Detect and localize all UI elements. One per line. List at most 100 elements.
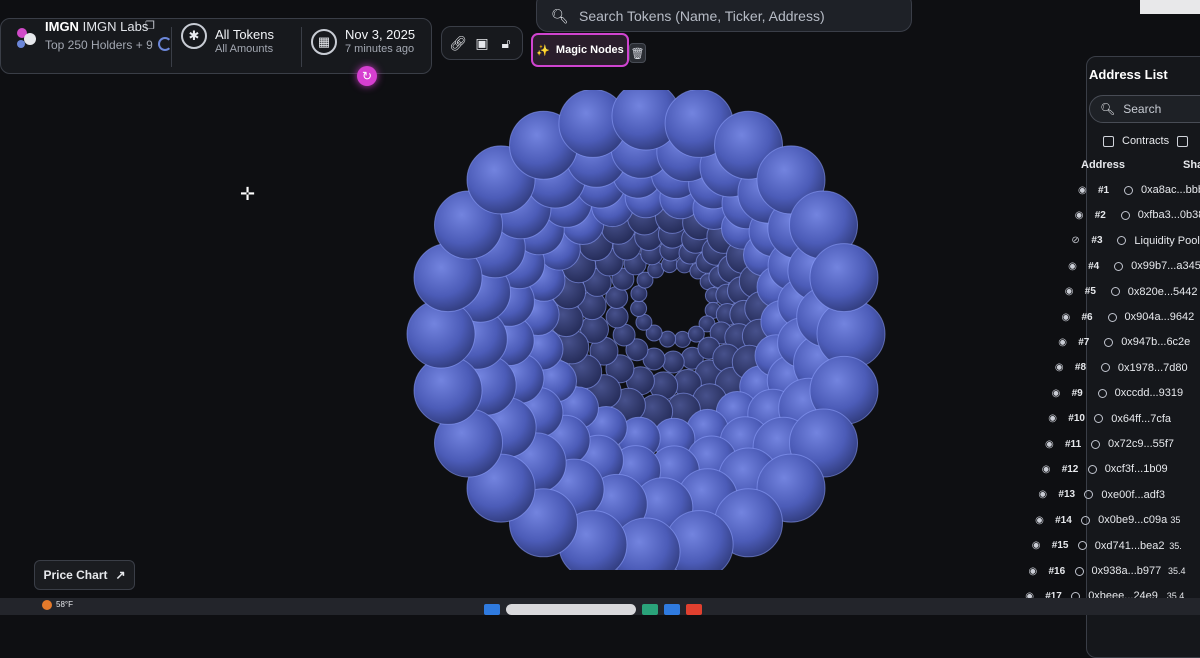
wallet-icon	[1100, 363, 1110, 373]
address-value: 0x99b7...a345	[1131, 260, 1200, 273]
app-icon[interactable]	[686, 604, 702, 615]
tokens-filter-title: All Tokens	[215, 27, 275, 42]
address-value: 0x947b...6c2e	[1121, 336, 1191, 349]
app-icon[interactable]	[664, 604, 680, 615]
address-value: 0x938a...b977	[1091, 565, 1162, 577]
link-icon[interactable]: 🔗︎	[448, 35, 468, 52]
address-row[interactable]: ◉ #9 0xccdd...9319	[1052, 383, 1184, 403]
token-full-name: IMGN Labs	[82, 19, 149, 34]
app-icon[interactable]	[642, 604, 658, 615]
address-rank: #8	[1074, 362, 1087, 374]
eye-icon[interactable]: ◉	[1032, 540, 1044, 551]
address-row[interactable]: ◉ #2 0xfba3...0b38	[1075, 205, 1200, 225]
filter-checkbox[interactable]	[1177, 135, 1189, 147]
holder-bubble[interactable]	[630, 300, 648, 317]
eye-icon[interactable]: ◉	[1052, 388, 1064, 399]
eye-icon[interactable]: ◉	[1035, 515, 1047, 526]
refresh-button[interactable]: ↻	[357, 66, 377, 86]
address-row[interactable]: ◉ #10 0x64ff...7cfa	[1048, 409, 1171, 429]
trash-icon[interactable]: 🗑︎	[629, 43, 646, 63]
contracts-label: Contracts	[1122, 135, 1170, 147]
wallet-icon	[1074, 566, 1084, 576]
address-rank: #16	[1048, 565, 1066, 577]
address-row[interactable]: ◉ #8 0x1978...7d80	[1055, 358, 1188, 378]
holder-bubble[interactable]	[605, 305, 629, 329]
eye-icon[interactable]: ◉	[1038, 489, 1050, 500]
taskbar-search[interactable]	[506, 604, 636, 615]
holder-bubble[interactable]	[661, 350, 685, 374]
contracts-checkbox[interactable]	[1103, 135, 1114, 147]
copy-icon[interactable]: ❐	[145, 19, 155, 32]
toolbar-group: 🔗︎ ▣ 🔓︎	[441, 26, 523, 60]
eye-icon[interactable]: ◉	[1062, 312, 1074, 323]
address-row[interactable]: ◉ #12 0xcf3f...1b09	[1042, 459, 1168, 479]
magic-wand-icon: ✨	[536, 44, 550, 57]
eye-icon[interactable]: ◉	[1042, 464, 1054, 475]
browser-chrome	[1140, 0, 1200, 14]
save-icon[interactable]: ▣	[472, 35, 492, 52]
address-value: 0xd741...bea2	[1094, 539, 1165, 552]
address-row[interactable]: ◉ #1 0xa8ac...bbb	[1078, 180, 1200, 200]
eye-icon[interactable]: ◉	[1068, 261, 1080, 272]
address-value: 0xcf3f...1b09	[1104, 463, 1168, 476]
address-value: 0x72c9...55f7	[1108, 438, 1175, 450]
address-search-input[interactable]: 🔍︎ Search	[1089, 95, 1200, 123]
loading-spinner-icon	[158, 37, 173, 51]
eye-icon[interactable]: ◉	[1058, 337, 1070, 348]
calendar-icon: ▦	[311, 29, 337, 55]
eye-icon[interactable]: ◉	[1055, 362, 1067, 373]
eye-icon[interactable]: ◉	[1048, 413, 1060, 424]
address-row[interactable]: ◉ #15 0xd741...bea2	[1032, 536, 1165, 556]
date-title: Nov 3, 2025	[345, 27, 416, 42]
address-rank: #5	[1084, 286, 1096, 298]
address-rank: #15	[1051, 540, 1069, 552]
address-value: 0x904a...9642	[1124, 311, 1195, 323]
wallet-icon	[1081, 515, 1091, 525]
address-row[interactable]: ◉ #4 0x99b7...a345	[1068, 256, 1200, 276]
start-icon[interactable]	[484, 604, 500, 615]
eye-icon[interactable]: ◉	[1078, 185, 1090, 196]
address-rank: #3	[1091, 235, 1103, 247]
address-row[interactable]: ◉ #16 0x938a...b977	[1029, 561, 1162, 581]
address-list-title: Address List	[1089, 67, 1168, 82]
eye-icon[interactable]: ◉	[1029, 566, 1041, 577]
pool-icon	[1117, 236, 1127, 246]
weather-widget[interactable]: 58°F	[42, 600, 73, 610]
address-value: 0x0be9...c09a	[1098, 514, 1168, 527]
address-row[interactable]: ◉ #11 0x72c9...55f7	[1045, 434, 1174, 454]
eye-off-icon[interactable]: ⊘	[1071, 235, 1083, 246]
address-share: 35.4	[1168, 566, 1186, 576]
address-search-placeholder: Search	[1123, 102, 1162, 116]
address-row[interactable]: ⊘ #3 Liquidity Pool	[1071, 231, 1199, 251]
lock-icon[interactable]: 🔓︎	[496, 35, 516, 52]
wallet-icon	[1077, 541, 1087, 551]
address-row[interactable]: ◉ #7 0x947b...6c2e	[1058, 332, 1190, 352]
address-share: 35.	[1169, 540, 1182, 551]
holder-bubble[interactable]	[809, 243, 879, 313]
eye-icon[interactable]: ◉	[1075, 210, 1087, 221]
address-row[interactable]: ◉ #5 0x820e...5442	[1065, 282, 1198, 302]
address-rank: #6	[1081, 311, 1093, 323]
token-search-input[interactable]: 🔍︎ Search Tokens (Name, Ticker, Address)	[536, 0, 912, 32]
weather-temp: 58°F	[56, 600, 73, 610]
address-row[interactable]: ◉ #6 0x904a...9642	[1062, 307, 1195, 327]
filter-row: Contracts	[1103, 135, 1189, 147]
magic-nodes-button[interactable]: ✨ Magic Nodes	[531, 33, 629, 67]
column-share: Sha	[1183, 159, 1200, 171]
wallet-icon	[1107, 312, 1117, 322]
move-cursor-icon: ✛	[240, 184, 256, 204]
address-value: 0x820e...5442	[1127, 285, 1198, 298]
wallet-icon	[1087, 464, 1097, 474]
address-row[interactable]: ◉ #14 0x0be9...c09a	[1035, 510, 1167, 530]
bubble-visualization[interactable]	[400, 90, 920, 570]
address-value: Liquidity Pool	[1134, 234, 1200, 247]
eye-icon[interactable]: ◉	[1045, 439, 1057, 450]
holders-count: Top 250 Holders + 9	[45, 37, 173, 52]
token-logo-icon	[17, 28, 36, 48]
price-chart-button[interactable]: Price Chart ↗	[34, 560, 135, 590]
date-subtitle: 7 minutes ago	[345, 43, 415, 55]
address-row[interactable]: ◉ #13 0xe00f...adf3	[1038, 485, 1165, 505]
column-address: Address	[1081, 159, 1126, 171]
eye-icon[interactable]: ◉	[1065, 286, 1077, 297]
price-chart-label: Price Chart	[43, 568, 108, 582]
